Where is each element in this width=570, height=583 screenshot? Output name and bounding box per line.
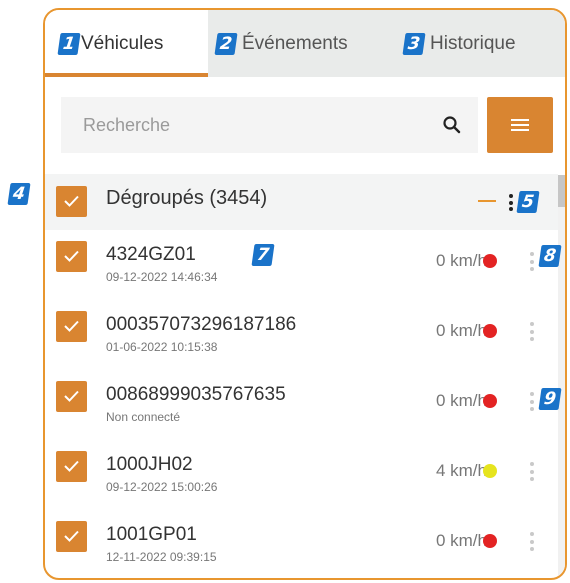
vehicle-name: 00868999035767635 [106,384,286,405]
tab-evenements[interactable]: 2 Événements [208,10,398,77]
vehicle-checkbox[interactable] [56,451,87,482]
vehicle-last-update: 09-12-2022 14:46:34 [106,270,218,284]
vehicle-speed: 0 km/h [435,321,487,340]
search-icon[interactable] [442,115,462,135]
group-label: Dégroupés (3454) [106,187,268,209]
status-dot [483,534,497,548]
group-checkbox[interactable] [56,186,87,217]
callout-badge-3: 3 [402,32,426,55]
vehicle-checkbox[interactable] [56,381,87,412]
checkmark-icon [64,320,79,332]
list-scrollbar-thumb[interactable] [558,175,565,207]
vehicle-speed: 0 km/h [435,251,487,270]
checkmark-icon [64,530,79,542]
vehicle-kebab-icon[interactable] [530,532,534,551]
checkmark-icon [64,250,79,262]
vehicle-last-update: 12-11-2022 09:39:15 [106,550,217,564]
vehicle-row[interactable]: 4324GZ01 09-12-2022 14:46:34 7 0 km/h 8 [45,236,562,306]
hamburger-icon [511,119,529,131]
vehicle-checkbox[interactable] [56,311,87,342]
tab-vehicules[interactable]: 1 Véhicules [45,10,208,77]
vehicle-speed: 4 km/h [435,461,487,480]
menu-button[interactable] [487,97,553,153]
vehicle-name: 1000JH02 [106,454,193,475]
callout-badge-8: 8 [538,245,562,267]
vehicle-row[interactable]: 1001GP01 12-11-2022 09:39:15 0 km/h [45,516,558,578]
vehicle-row[interactable]: 000357073296187186 01-06-2022 10:15:38 0… [45,306,558,376]
tab-historique-label: Historique [430,32,516,54]
status-dot [483,464,497,478]
callout-badge-7: 7 [251,244,275,266]
vehicle-row[interactable]: 1000JH02 09-12-2022 15:00:26 4 km/h [45,446,558,516]
vehicle-kebab-icon[interactable] [530,462,534,481]
vehicle-checkbox[interactable] [56,241,87,272]
vehicle-kebab-icon[interactable] [530,392,534,411]
search-input[interactable]: Recherche [61,97,478,153]
vehicle-speed: 0 km/h [435,391,487,410]
tab-bar: 1 Véhicules 2 Événements 3 Historique [45,10,565,77]
vehicle-name: 1001GP01 [106,524,197,545]
tab-evenements-label: Événements [242,32,348,54]
vehicle-kebab-icon[interactable] [530,252,534,271]
callout-badge-2: 2 [214,32,238,55]
vehicle-speed: 0 km/h [435,531,487,550]
vehicle-kebab-icon[interactable] [530,322,534,341]
group-row-degroupes[interactable]: Dégroupés (3454) 5 [45,174,558,230]
vehicle-last-update: Non connecté [106,410,181,424]
vehicle-name: 000357073296187186 [106,314,297,335]
status-dot [483,394,497,408]
search-placeholder: Recherche [83,114,171,135]
vehicles-panel: 1 Véhicules 2 Événements 3 Historique Re… [43,8,567,580]
vehicle-name: 4324GZ01 [106,244,196,265]
checkmark-icon [64,460,79,472]
tab-vehicules-label: Véhicules [81,32,164,54]
callout-badge-1: 1 [57,32,81,55]
vehicle-checkbox[interactable] [56,521,87,552]
status-dot [483,324,497,338]
checkmark-icon [64,195,79,207]
checkmark-icon [64,390,79,402]
collapse-icon[interactable] [478,200,496,202]
callout-badge-5: 5 [516,191,540,213]
vehicle-row[interactable]: 00868999035767635 Non connecté 0 km/h 9 [45,376,562,446]
vehicle-last-update: 09-12-2022 15:00:26 [106,480,218,494]
group-kebab-icon[interactable] [509,194,513,211]
list-scrollbar[interactable] [558,175,565,578]
callout-badge-4: 4 [7,183,31,205]
tab-historique[interactable]: 3 Historique [398,10,565,77]
callout-badge-9: 9 [538,388,562,410]
status-dot [483,254,497,268]
vehicle-last-update: 01-06-2022 10:15:38 [106,340,218,354]
